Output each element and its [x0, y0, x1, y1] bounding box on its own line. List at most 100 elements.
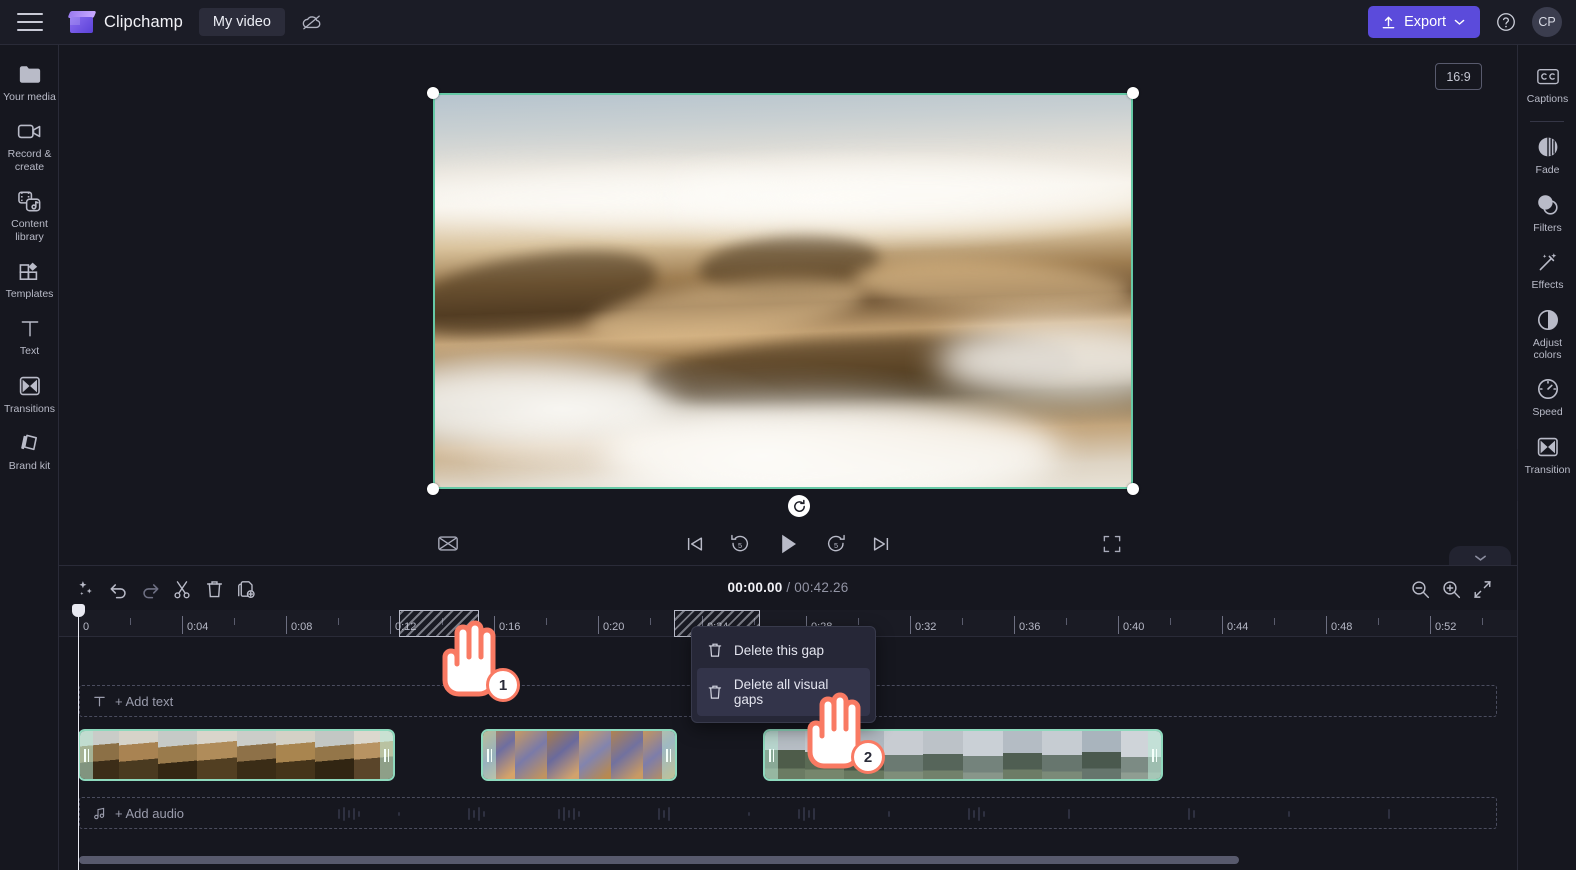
table-row[interactable]	[481, 729, 677, 781]
transport-controls: 5 5	[685, 531, 891, 557]
sidebar-item-effects[interactable]: Effects	[1518, 241, 1576, 298]
help-circle-icon[interactable]	[1493, 9, 1519, 35]
time-separator: /	[786, 580, 791, 595]
folder-icon	[17, 62, 43, 86]
sidebar-label: Adjust colors	[1532, 336, 1563, 361]
captions-off-icon[interactable]	[437, 534, 459, 553]
sidebar-label: Transitions	[4, 402, 55, 415]
transition-icon	[1535, 435, 1561, 459]
timeline-scrollbar[interactable]	[79, 856, 1499, 864]
sidebar-label: Fade	[1535, 164, 1560, 177]
annotation-cursor-1: 1	[428, 616, 520, 711]
zoom-out-icon[interactable]	[1408, 577, 1432, 601]
sidebar-item-captions[interactable]: Captions	[1518, 55, 1576, 112]
ruler-tick-label: 0:40	[1123, 621, 1145, 633]
fit-to-timeline-icon[interactable]	[1470, 577, 1494, 601]
resize-handle-top-left[interactable]	[427, 87, 439, 99]
left-sidebar: Your media Record & create Content libra…	[0, 45, 74, 870]
annotation-badge: 1	[486, 668, 520, 702]
sidebar-item-text[interactable]: Text	[0, 307, 59, 364]
sidebar-item-templates[interactable]: Templates	[0, 250, 59, 307]
content-library-icon	[17, 189, 43, 213]
trim-handle-left[interactable]	[80, 731, 93, 779]
total-time: 00:42.26	[794, 580, 849, 595]
brand: Clipchamp	[67, 11, 183, 33]
forward-5-icon[interactable]: 5	[825, 533, 847, 555]
trim-handle-right[interactable]	[662, 731, 675, 779]
annotation-cursor-2: 2	[793, 688, 885, 783]
trim-handle-left[interactable]	[483, 731, 496, 779]
playhead[interactable]	[72, 604, 85, 870]
hamburger-icon[interactable]	[17, 13, 43, 31]
audio-waveform	[328, 806, 1488, 822]
sidebar-item-adjust-colors[interactable]: Adjust colors	[1518, 299, 1576, 369]
resize-handle-bottom-right[interactable]	[1127, 483, 1139, 495]
current-time: 00:00.00	[727, 580, 783, 595]
sidebar-item-filters[interactable]: Filters	[1518, 184, 1576, 241]
sidebar-item-transition[interactable]: Transition	[1518, 426, 1576, 483]
sidebar-label: Captions	[1526, 93, 1569, 105]
chevron-down-icon	[1474, 555, 1486, 561]
sidebar-item-speed[interactable]: Speed	[1518, 368, 1576, 425]
trash-icon	[708, 643, 722, 657]
video-preview[interactable]	[427, 87, 1139, 495]
clipchamp-editor: Clipchamp My video Export CP Your media …	[0, 0, 1576, 870]
menu-item-delete-this-gap[interactable]: Delete this gap	[697, 633, 870, 668]
resize-handle-bottom-left[interactable]	[427, 483, 439, 495]
sidebar-item-content-library[interactable]: Content library	[0, 180, 59, 250]
fullscreen-icon[interactable]	[1102, 534, 1122, 554]
header-actions: Export CP	[1368, 6, 1576, 38]
brand-name: Clipchamp	[104, 12, 183, 31]
video-frame	[433, 93, 1133, 489]
resize-handle-top-right[interactable]	[1127, 87, 1139, 99]
timeline-toolbar: 00:00.00 / 00:42.26	[59, 566, 1517, 610]
templates-grid-icon	[17, 259, 43, 283]
duplicate-icon[interactable]	[234, 577, 258, 601]
trim-handle-right[interactable]	[1148, 731, 1161, 779]
ruler-tick-label: 0:32	[915, 621, 937, 633]
ruler-tick-label: 0:04	[187, 621, 209, 633]
sidebar-label: Effects	[1531, 279, 1564, 292]
clip-thumbnails	[80, 731, 393, 779]
delete-trash-icon[interactable]	[202, 577, 226, 601]
export-button[interactable]: Export	[1368, 6, 1480, 38]
redo-icon[interactable]	[138, 577, 162, 601]
rotate-icon[interactable]	[788, 495, 810, 517]
text-t-icon	[17, 316, 43, 340]
play-button[interactable]	[775, 531, 801, 557]
sidebar-item-your-media[interactable]: Your media	[0, 53, 59, 110]
add-audio-track[interactable]: + Add audio	[79, 797, 1497, 829]
brand-kit-icon	[17, 431, 43, 455]
split-scissors-icon[interactable]	[170, 577, 194, 601]
magic-ai-icon[interactable]	[74, 577, 98, 601]
app-header: Clipchamp My video Export CP	[0, 0, 1576, 45]
export-label: Export	[1404, 14, 1446, 30]
ruler-tick-label: 0:36	[1019, 621, 1041, 633]
sidebar-item-transitions[interactable]: Transitions	[0, 365, 59, 422]
sidebar-item-fade[interactable]: Fade	[1518, 126, 1576, 183]
trim-handle-right[interactable]	[380, 731, 393, 779]
aspect-ratio-badge[interactable]: 16:9	[1435, 63, 1482, 90]
chevron-down-icon	[1454, 19, 1465, 25]
sidebar-item-record-create[interactable]: Record & create	[0, 110, 59, 180]
trim-handle-left[interactable]	[765, 731, 778, 779]
time-display: 00:00.00 / 00:42.26	[728, 580, 849, 595]
zoom-in-icon[interactable]	[1439, 577, 1463, 601]
ruler-tick-label: 0:20	[603, 621, 625, 633]
avatar[interactable]: CP	[1532, 7, 1562, 37]
rewind-5-icon[interactable]: 5	[729, 533, 751, 555]
upload-icon	[1382, 16, 1395, 28]
svg-text:5: 5	[738, 541, 742, 550]
undo-icon[interactable]	[106, 577, 130, 601]
skip-to-end-icon[interactable]	[871, 534, 891, 554]
scrollbar-thumb[interactable]	[79, 856, 1239, 864]
skip-to-start-icon[interactable]	[685, 534, 705, 554]
ruler-tick-label: 0:44	[1227, 621, 1249, 633]
closed-captions-icon	[1535, 64, 1561, 88]
sidebar-item-brand-kit[interactable]: Brand kit	[0, 422, 59, 479]
fade-circle-icon	[1535, 135, 1561, 159]
document-title[interactable]: My video	[198, 8, 285, 36]
cloud-off-icon[interactable]	[295, 7, 329, 37]
right-sidebar: Captions Fade Filters Effects Adjust col…	[1503, 45, 1576, 870]
table-row[interactable]	[78, 729, 395, 781]
